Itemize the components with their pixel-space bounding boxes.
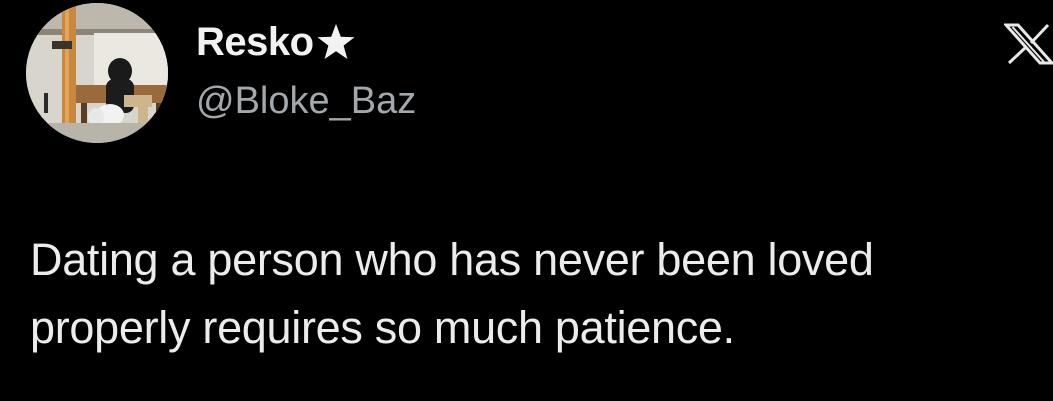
display-name[interactable]: Resko [196,20,356,64]
tweet-card: Resko @Bloke_Baz Dating a person who has… [0,0,1053,401]
star-icon [317,23,355,60]
tweet-text-line: Dating a person who has never been loved [30,234,874,285]
tweet-text-line: properly requires so much patience. [30,302,735,353]
tweet-text: Dating a person who has never been loved… [30,226,1053,362]
avatar[interactable] [26,3,168,143]
display-name-text: Resko [196,20,314,64]
profile-photo-icon [26,3,168,143]
x-logo-icon[interactable] [1004,23,1053,65]
user-handle[interactable]: @Bloke_Baz [196,79,416,123]
